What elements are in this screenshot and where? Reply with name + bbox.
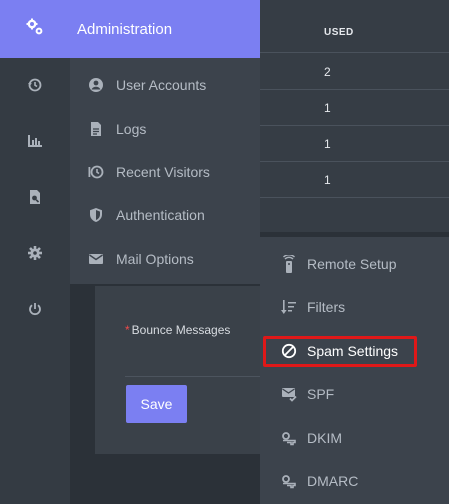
envelope-icon [88,251,104,267]
menu-item-recent-visitors[interactable]: Recent Visitors [88,160,210,184]
mail-options-submenu [260,237,449,504]
submenu-item-dmarc[interactable]: DMARC [281,469,358,493]
rail-top-button[interactable] [0,0,70,58]
table-divider [260,89,449,90]
filter-sort-icon [281,299,297,315]
remote-icon [281,255,297,273]
form-card [95,286,260,454]
column-header-used: USED [324,27,354,38]
menu-item-label: Authentication [116,207,205,223]
table-cell-used: 2 [324,65,331,79]
gear-icon[interactable] [22,240,48,266]
page-title: Administration [70,0,260,58]
search-file-icon[interactable] [22,184,48,210]
highlight-box [263,336,417,367]
submenu-item-label: DKIM [307,430,342,446]
submenu-item-label: DMARC [307,473,359,489]
submenu-item-remote-setup[interactable]: Remote Setup [281,252,397,276]
table-divider [260,197,449,198]
gears-icon [25,17,45,42]
menu-item-label: Logs [116,121,147,137]
form-divider [125,376,260,377]
menu-item-logs[interactable]: Logs [88,117,146,141]
power-icon[interactable] [22,296,48,322]
envelope-check-icon [281,386,297,402]
user-circle-icon [88,77,104,93]
menu-item-authentication[interactable]: Authentication [88,203,205,227]
shield-icon [88,207,104,223]
table-cell-used: 1 [324,137,331,151]
submenu-item-dkim[interactable]: DKIM [281,426,342,450]
submenu-item-label: SPF [307,386,335,402]
menu-item-mail-options[interactable]: Mail Options [88,247,194,271]
required-mark: * [125,323,130,337]
menu-item-label: Mail Options [116,251,194,267]
bounce-messages-text: Bounce Messages [131,323,231,337]
bounce-messages-label: * Bounce Messages [125,323,230,337]
table-cell-used: 1 [324,101,331,115]
history-icon[interactable] [22,72,48,98]
history-icon [88,164,104,180]
submenu-item-spf[interactable]: SPF [281,382,334,406]
menu-item-label: User Accounts [116,77,207,93]
submenu-item-label: Remote Setup [307,256,397,272]
submenu-item-filters[interactable]: Filters [281,295,345,319]
key-icon [281,473,297,489]
menu-item-user-accounts[interactable]: User Accounts [88,73,206,97]
table-divider [260,125,449,126]
admin-dropdown-menu: User Accounts Logs Recent Visitors Authe… [70,58,260,284]
file-icon [88,121,104,137]
submenu-item-label: Filters [307,299,346,315]
table-divider [260,52,449,53]
key-icon [281,430,297,446]
menu-item-label: Recent Visitors [116,164,210,180]
save-button[interactable]: Save [126,385,187,423]
table-divider [260,161,449,162]
table-cell-used: 1 [324,173,331,187]
bar-chart-icon[interactable] [22,128,48,154]
